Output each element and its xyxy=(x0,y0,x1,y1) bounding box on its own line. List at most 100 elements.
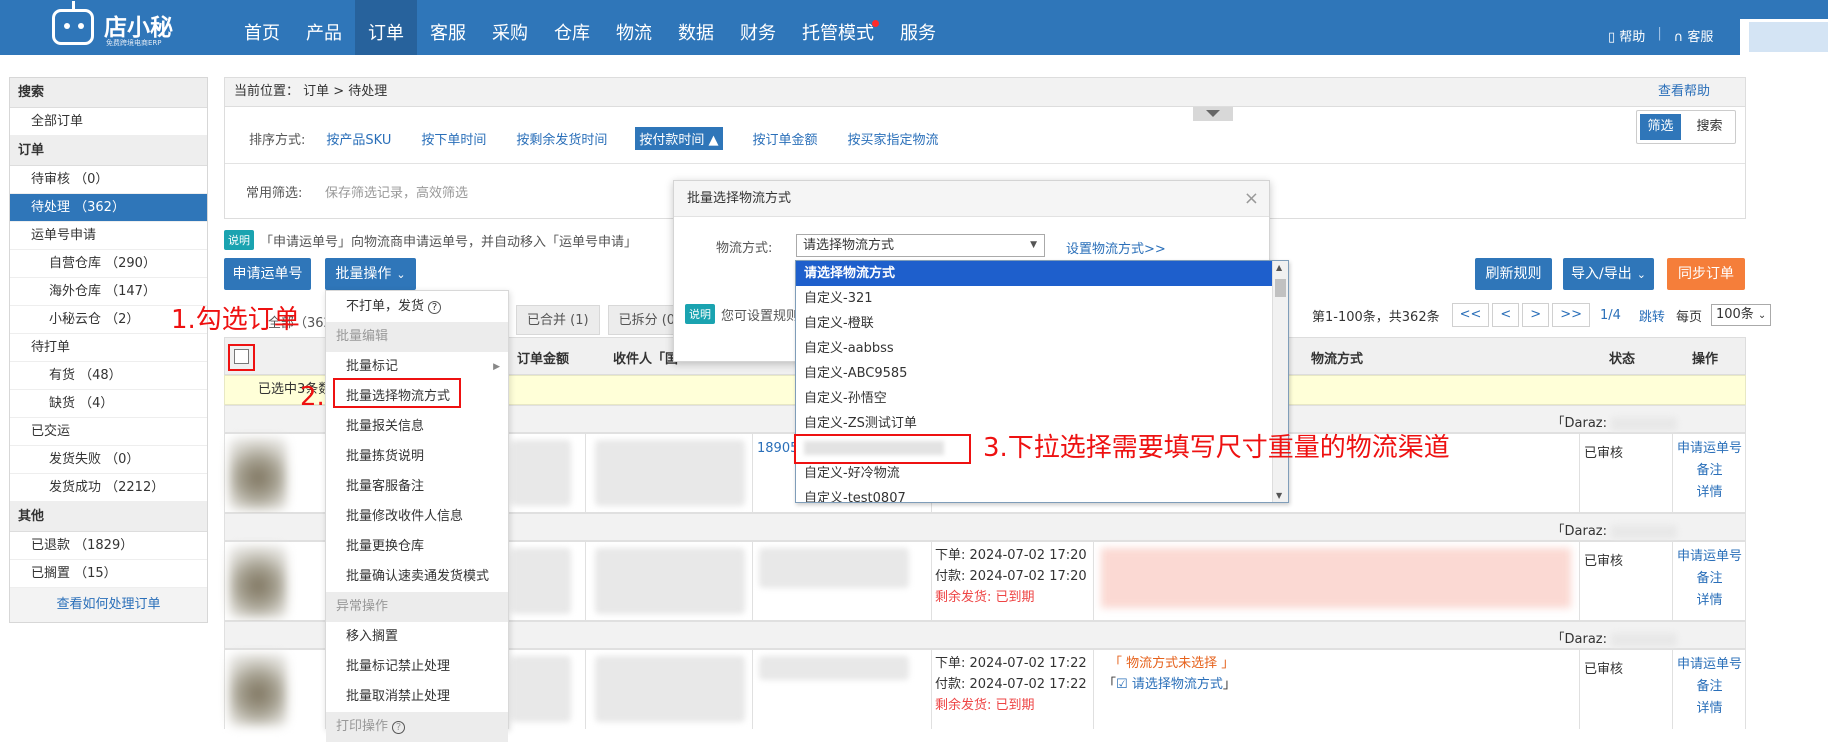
help-label: 帮助 xyxy=(1619,30,1646,45)
nav-hosting-mode[interactable]: 托管模式 xyxy=(789,0,887,55)
sidebar-item-ship-fail[interactable]: 发货失败 （0） xyxy=(10,446,207,474)
remark-link[interactable]: 备注 xyxy=(1672,676,1747,698)
nav-purchase[interactable]: 采购 xyxy=(479,0,541,55)
nav-products[interactable]: 产品 xyxy=(293,0,355,55)
tab-merged[interactable]: 已合并 (1) xyxy=(516,305,600,335)
last-page-button[interactable]: >> xyxy=(1552,303,1590,327)
menu-item-batch-aliexpress-mode[interactable]: 批量确认速卖通发货模式 xyxy=(326,562,508,592)
sidebar-item-in-stock[interactable]: 有货 （48） xyxy=(10,362,207,390)
search-button[interactable]: 搜索 xyxy=(1689,114,1730,140)
menu-item-no-print-ship[interactable]: 不打单，发货? xyxy=(326,292,508,322)
sidebar-item-out-of-stock[interactable]: 缺货 （4） xyxy=(10,390,207,418)
apply-tracking-link[interactable]: 申请运单号 xyxy=(1672,654,1747,676)
nav-home[interactable]: 首页 xyxy=(231,0,293,55)
collapse-toggle[interactable] xyxy=(1193,107,1233,121)
phone-link[interactable]: 18905 xyxy=(757,438,798,459)
pagination: 第1-100条，共362条 << < > >> 1/4 跳转 每页 100条 ⌄ xyxy=(1312,303,1772,327)
view-help-link[interactable]: 查看帮助 xyxy=(1658,78,1710,106)
sort-label: 排序方式: xyxy=(249,133,306,148)
sidebar-item-all-orders[interactable]: 全部订单 xyxy=(10,108,207,136)
dropdown-option[interactable]: 自定义-孙悟空 xyxy=(796,386,1272,411)
menu-item-batch-change-warehouse[interactable]: 批量更换仓库 xyxy=(326,532,508,562)
remark-link[interactable]: 备注 xyxy=(1672,460,1747,482)
nav-data[interactable]: 数据 xyxy=(665,0,727,55)
menu-item-mark-forbid[interactable]: 批量标记禁止处理 xyxy=(326,652,508,682)
sort-by-sku[interactable]: 按产品SKU xyxy=(326,129,391,148)
product-image xyxy=(229,546,287,618)
menu-item-batch-edit-receiver[interactable]: 批量修改收件人信息 xyxy=(326,502,508,532)
sync-orders-button[interactable]: 同步订单 xyxy=(1667,258,1745,290)
current-page: 1/4 xyxy=(1600,307,1621,323)
sort-by-remaining-time[interactable]: 按剩余发货时间 xyxy=(516,129,607,148)
remark-link[interactable]: 备注 xyxy=(1672,568,1747,590)
service-link[interactable]: ∩ 客服 xyxy=(1674,26,1714,45)
sidebar-how-to-link[interactable]: 查看如何处理订单 xyxy=(10,588,207,622)
sort-by-payment-time[interactable]: 按付款时间 ▲ xyxy=(635,127,723,150)
import-export-button[interactable]: 导入/导出 ⌄ xyxy=(1563,258,1654,290)
sidebar-item-shelved[interactable]: 已搁置 （15） xyxy=(10,560,207,588)
logistics-dropdown-list: 请选择物流方式 自定义-321 自定义-橙联 自定义-aabbss 自定义-AB… xyxy=(795,260,1289,503)
logo[interactable]: 店小秘 免费跨境电商ERP xyxy=(52,1,228,50)
menu-item-unmark-forbid[interactable]: 批量取消禁止处理 xyxy=(326,682,508,712)
nav-finance[interactable]: 财务 xyxy=(727,0,789,55)
dropdown-option[interactable]: 自定义-好冷物流 xyxy=(796,461,1272,486)
menu-item-move-shelved[interactable]: 移入搁置 xyxy=(326,622,508,652)
per-page-select[interactable]: 100条 ⌄ xyxy=(1710,304,1772,326)
apply-tracking-link[interactable]: 申请运单号 xyxy=(1672,438,1747,460)
scroll-down-icon[interactable]: ▼ xyxy=(1276,491,1282,500)
dropdown-option[interactable]: 自定义-aabbss xyxy=(796,336,1272,361)
scrollbar-thumb[interactable] xyxy=(1275,279,1286,297)
filter-button[interactable]: 筛选 xyxy=(1640,114,1681,140)
dropdown-option[interactable]: 自定义-test0807 xyxy=(796,486,1272,502)
dropdown-option[interactable]: 自定义-橙联 xyxy=(796,311,1272,336)
batch-ops-menu: 不打单，发货? 批量编辑 批量标记 ▶ 批量选择物流方式 批量报关信息 批量拣货说… xyxy=(325,290,509,742)
logistics-select[interactable]: 请选择物流方式 ▼ xyxy=(796,234,1045,257)
sort-by-amount[interactable]: 按订单金额 xyxy=(753,129,818,148)
nav-services[interactable]: 服务 xyxy=(887,0,949,55)
menu-item-batch-picking[interactable]: 批量拣货说明 xyxy=(326,442,508,472)
prev-page-button[interactable]: < xyxy=(1492,303,1520,327)
nav-warehouse[interactable]: 仓库 xyxy=(541,0,603,55)
close-icon[interactable]: × xyxy=(1244,181,1259,217)
nav-customer-service[interactable]: 客服 xyxy=(417,0,479,55)
batch-ops-button[interactable]: 批量操作 ⌄ xyxy=(325,258,416,290)
scroll-up-icon[interactable]: ▲ xyxy=(1276,263,1282,272)
apply-tracking-button[interactable]: 申请运单号 xyxy=(224,258,311,290)
details-link[interactable]: 详情 xyxy=(1672,482,1747,504)
dropdown-scrollbar[interactable]: ▲ ▼ xyxy=(1272,261,1288,502)
sidebar-item-shipped[interactable]: 已交运 xyxy=(10,418,207,446)
sidebar-item-pending-process[interactable]: 待处理 （362） xyxy=(10,194,207,222)
sidebar-item-ship-success[interactable]: 发货成功 （2212） xyxy=(10,474,207,502)
next-page-button[interactable]: > xyxy=(1522,303,1550,327)
refresh-rules-button[interactable]: 刷新规则 xyxy=(1475,258,1552,290)
book-icon: ▯ xyxy=(1608,30,1616,45)
common-filter-placeholder[interactable]: 保存筛选记录，高效筛选 xyxy=(325,182,468,201)
sidebar-item-to-print[interactable]: 待打单 xyxy=(10,334,207,362)
details-link[interactable]: 详情 xyxy=(1672,590,1747,612)
sidebar-item-refunded[interactable]: 已退款 （1829） xyxy=(10,532,207,560)
apply-tracking-link[interactable]: 申请运单号 xyxy=(1672,546,1747,568)
settings-logistics-link[interactable]: 设置物流方式>> xyxy=(1066,238,1166,257)
sidebar-item-pending-review[interactable]: 待审核 （0） xyxy=(10,166,207,194)
sort-by-buyer-logistics[interactable]: 按买家指定物流 xyxy=(848,129,939,148)
first-page-button[interactable]: << xyxy=(1451,303,1490,327)
sort-by-order-time[interactable]: 按下单时间 xyxy=(421,129,486,148)
nav-logistics[interactable]: 物流 xyxy=(603,0,665,55)
details-link[interactable]: 详情 xyxy=(1672,698,1747,720)
dropdown-option[interactable]: 自定义-321 xyxy=(796,286,1272,311)
select-logistics-link[interactable]: 「☑ 请选择物流方式」 xyxy=(1103,674,1236,695)
goto-page-link[interactable]: 跳转 xyxy=(1639,306,1665,325)
sidebar-item-tracking-apply[interactable]: 运单号申请 xyxy=(10,222,207,250)
highlight-dropdown-option xyxy=(794,434,971,464)
menu-item-batch-cs-remark[interactable]: 批量客服备注 xyxy=(326,472,508,502)
sidebar-item-own-warehouse[interactable]: 自营仓库 （290） xyxy=(10,250,207,278)
col-divider xyxy=(1093,650,1094,729)
menu-item-batch-customs[interactable]: 批量报关信息 xyxy=(326,412,508,442)
dropdown-option[interactable]: 自定义-ABC9585 xyxy=(796,361,1272,386)
batch-ops-label: 批量操作 xyxy=(335,266,392,282)
help-link[interactable]: ▯ 帮助 xyxy=(1608,26,1645,45)
nav-orders[interactable]: 订单 xyxy=(355,0,417,55)
dropdown-option[interactable]: 请选择物流方式 xyxy=(796,261,1272,286)
col-receiver: 收件人「国 xyxy=(613,352,679,367)
header-user-area[interactable] xyxy=(1740,19,1828,55)
